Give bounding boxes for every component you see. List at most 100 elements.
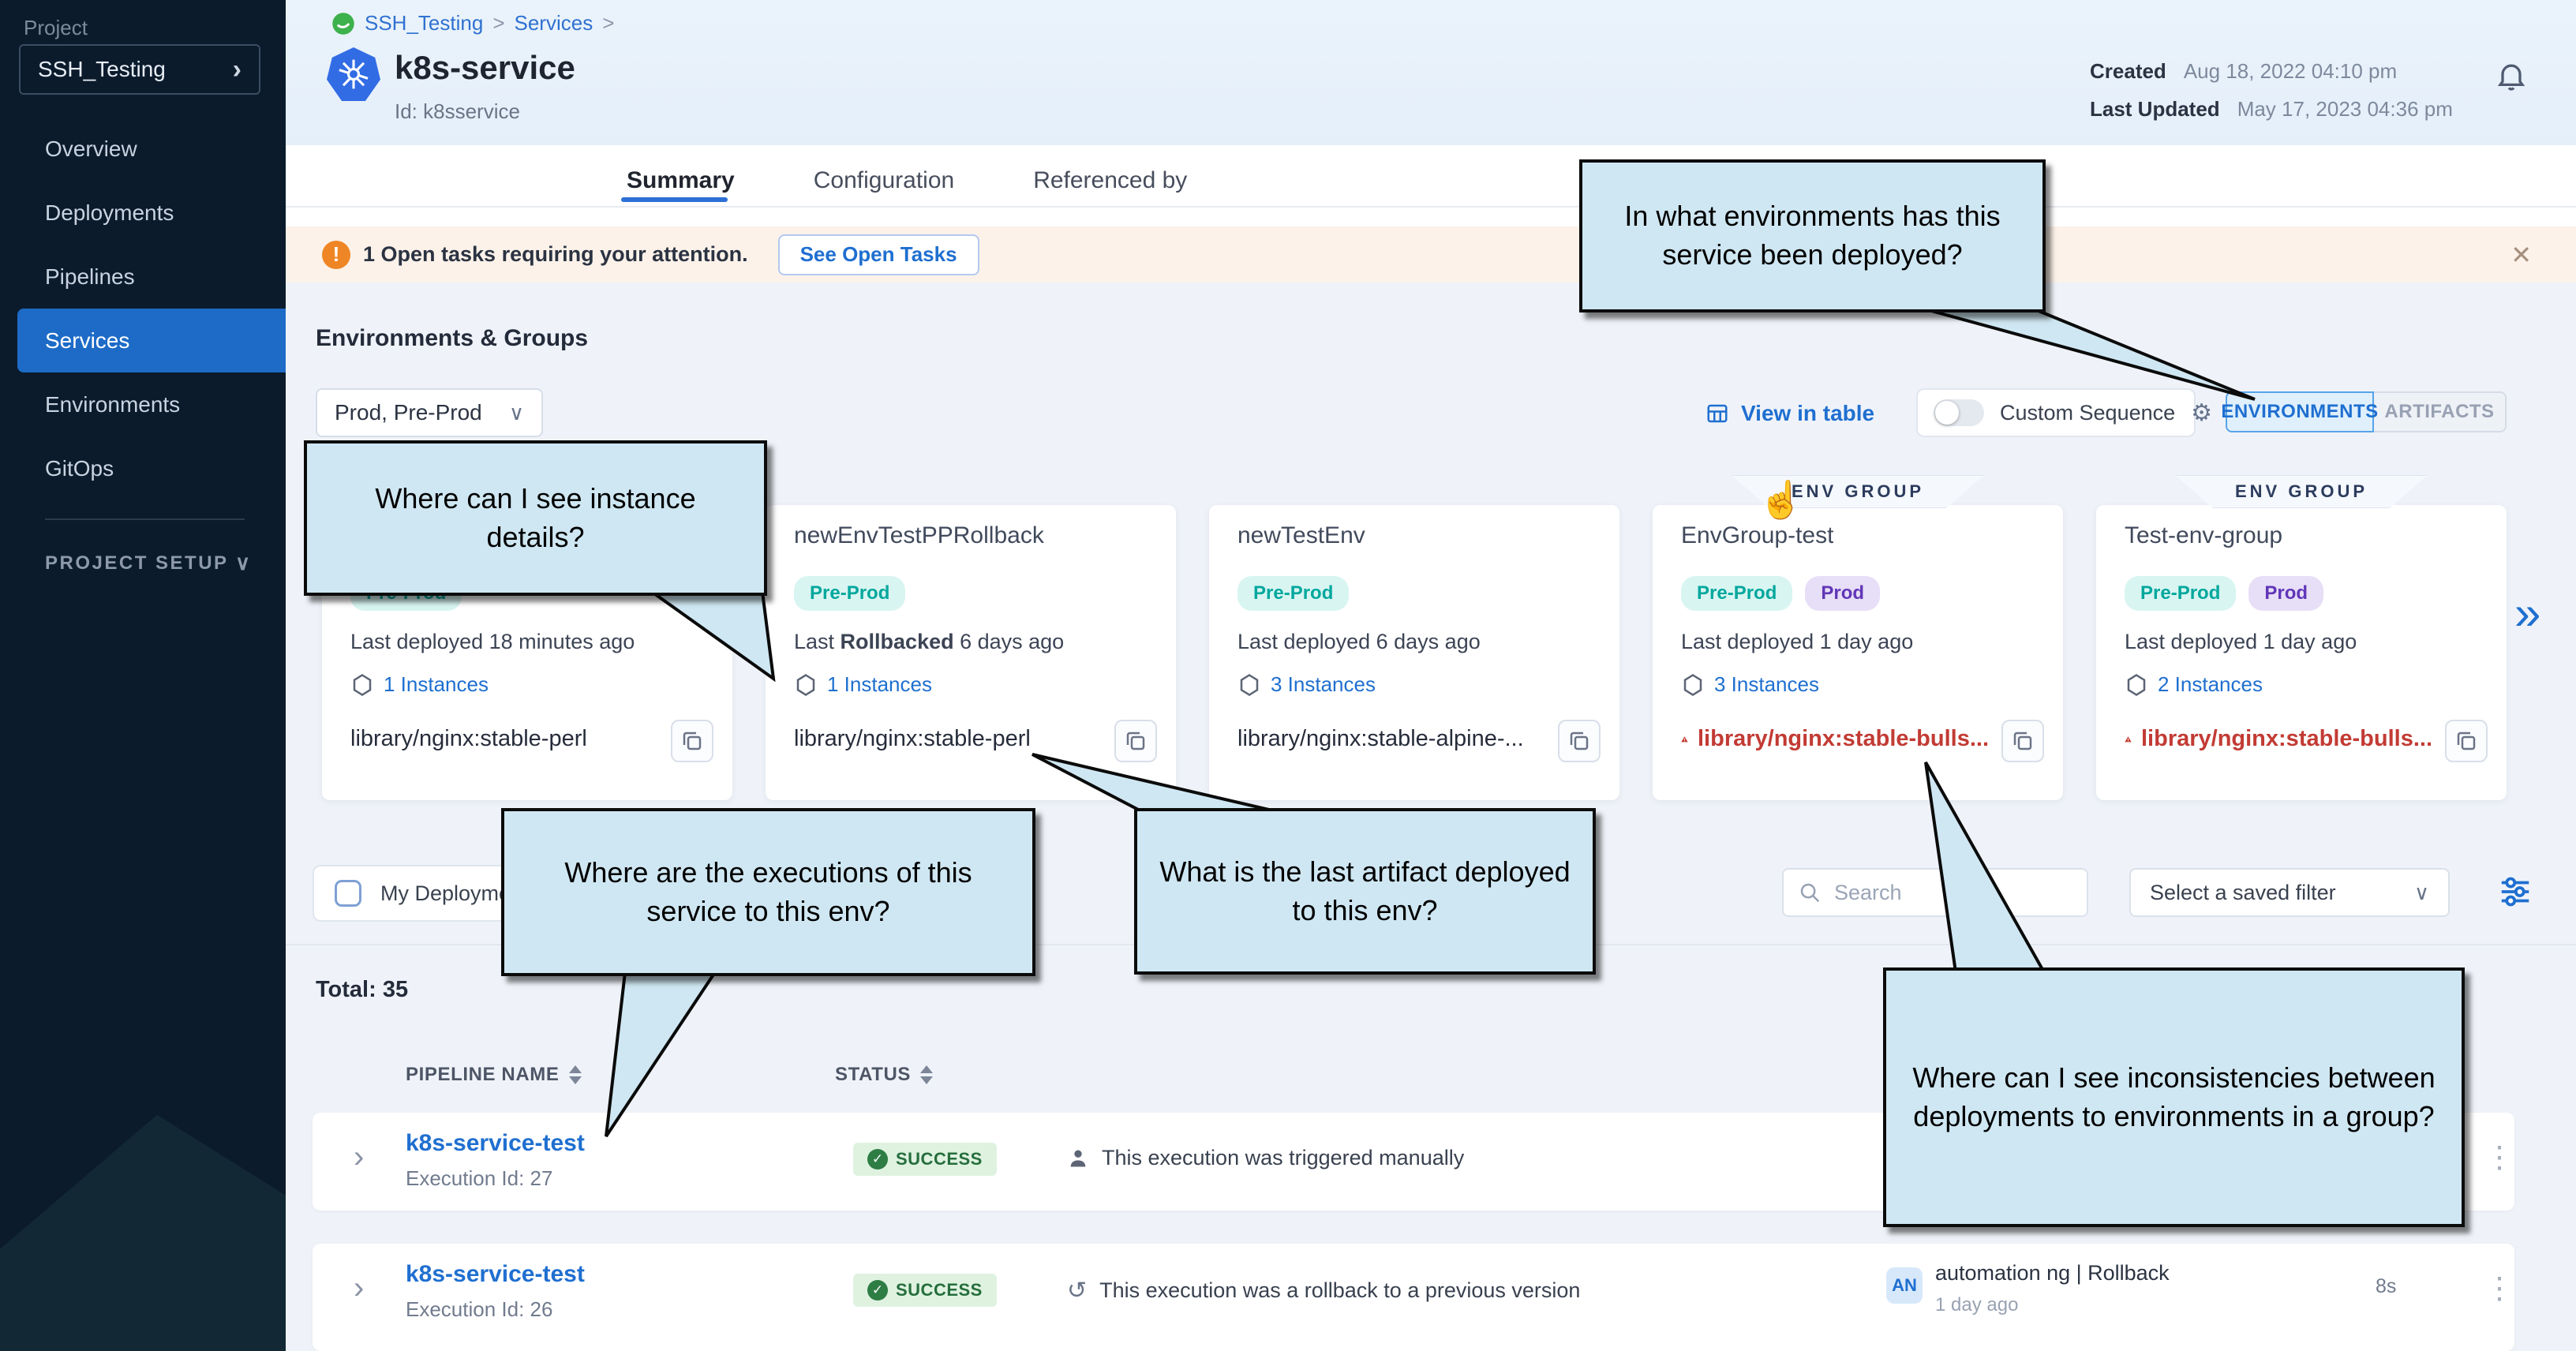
created-label: Created	[2090, 52, 2166, 90]
env-type-badge: Pre-Prod	[1681, 576, 1792, 611]
instances-link[interactable]: 1 Instances	[794, 672, 932, 697]
expand-row-icon[interactable]: ›	[354, 1271, 364, 1306]
rollback-icon: ↺	[1067, 1277, 1087, 1304]
saved-filter-value: Select a saved filter	[2150, 881, 2336, 905]
execution-id: Execution Id: 27	[406, 1166, 552, 1191]
view-in-table-label: View in table	[1741, 401, 1874, 426]
breadcrumb-separator: >	[602, 11, 614, 36]
tab-environments[interactable]: ENVIRONMENTS	[2226, 391, 2374, 432]
breadcrumb-project-link[interactable]: SSH_Testing	[365, 11, 483, 36]
project-setup-toggle[interactable]: PROJECT SETUP ∨	[45, 551, 250, 575]
callout-environments: In what environments has this service be…	[1579, 159, 2046, 312]
copy-icon[interactable]	[671, 720, 713, 762]
env-group-card[interactable]: Test-env-group Pre-Prod Prod Last deploy…	[2096, 505, 2507, 800]
project-selector-value: SSH_Testing	[38, 57, 166, 82]
pipeline-link[interactable]: k8s-service-test	[406, 1130, 585, 1157]
page-title: k8s-service	[395, 49, 575, 87]
table-icon	[1705, 402, 1730, 425]
sidebar-item-environments[interactable]: Environments	[0, 372, 286, 436]
sidebar-item-gitops[interactable]: GitOps	[0, 436, 286, 500]
artifact-error-text: library/nginx:stable-bulls...	[2125, 726, 2432, 752]
copy-icon[interactable]	[2001, 720, 2044, 762]
sidebar: Project SSH_Testing › Overview Deploymen…	[0, 0, 286, 1351]
env-card-name: newTestEnv	[1237, 522, 1365, 549]
custom-sequence-label: Custom Sequence	[2000, 401, 2175, 425]
instances-link[interactable]: 2 Instances	[2125, 672, 2263, 697]
artifact-text: library/nginx:stable-perl	[794, 726, 1031, 752]
module-icon	[331, 12, 355, 36]
instances-icon	[1237, 673, 1261, 697]
row-menu-icon[interactable]: ⋮	[2484, 1140, 2514, 1175]
tab-configuration[interactable]: Configuration	[814, 167, 954, 194]
notifications-bell-icon[interactable]	[2494, 57, 2529, 95]
artifact-error-text: library/nginx:stable-bulls...	[1681, 726, 1989, 752]
see-open-tasks-button[interactable]: See Open Tasks	[778, 234, 979, 275]
env-group-card[interactable]: EnvGroup-test Pre-Prod Prod Last deploye…	[1653, 505, 2063, 800]
expand-row-icon[interactable]: ›	[354, 1140, 364, 1175]
copy-icon[interactable]	[2445, 720, 2488, 762]
service-id: Id: k8sservice	[395, 99, 520, 124]
project-selector[interactable]: SSH_Testing ›	[19, 44, 260, 95]
breadcrumb-separator: >	[492, 11, 504, 36]
saved-filter-select[interactable]: Select a saved filter ∨	[2129, 868, 2450, 917]
tab-referenced-by[interactable]: Referenced by	[1033, 167, 1187, 194]
expand-carousel-icon[interactable]: »	[2514, 586, 2540, 640]
sidebar-item-services[interactable]: Services	[17, 309, 286, 372]
sort-icon	[920, 1065, 933, 1084]
success-check-icon: ✓	[867, 1149, 888, 1169]
service-meta: Created Aug 18, 2022 04:10 pm Last Updat…	[2090, 52, 2453, 128]
filter-sliders-icon[interactable]	[2497, 871, 2533, 916]
env-card[interactable]: newTestEnv Pre-Prod Last deployed 6 days…	[1209, 505, 1619, 800]
env-card[interactable]: newEnvTestPPRollback Pre-Prod Last Rollb…	[766, 505, 1176, 800]
search-input[interactable]	[1833, 880, 2054, 906]
updated-label: Last Updated	[2090, 90, 2220, 128]
column-header-pipeline-name[interactable]: PIPELINE NAME	[406, 1064, 582, 1086]
chevron-down-icon: ∨	[235, 551, 250, 575]
instances-link[interactable]: 1 Instances	[350, 672, 489, 697]
last-deployed-text: Last Rollbacked 6 days ago	[794, 630, 1064, 654]
callout-executions: Where are the executions of this service…	[501, 808, 1035, 976]
tab-bar: Summary Configuration Referenced by	[286, 145, 2576, 226]
cursor-pointer: ☝	[1758, 478, 1803, 522]
sidebar-item-overview[interactable]: Overview	[0, 117, 286, 181]
warning-icon: !	[322, 241, 350, 269]
status-badge: ✓ SUCCESS	[853, 1274, 997, 1307]
trigger-info: This execution was triggered manually	[1067, 1146, 1464, 1170]
sidebar-item-pipelines[interactable]: Pipelines	[0, 245, 286, 309]
custom-sequence-toggle[interactable]	[1934, 399, 1984, 426]
execution-row[interactable]: › k8s-service-test Execution Id: 26 ✓ SU…	[313, 1244, 2514, 1351]
instances-icon	[1681, 673, 1705, 697]
pipeline-link[interactable]: k8s-service-test	[406, 1261, 585, 1288]
sidebar-item-deployments[interactable]: Deployments	[0, 181, 286, 245]
env-card-name: Test-env-group	[2125, 522, 2282, 549]
tab-artifacts[interactable]: ARTIFACTS	[2374, 391, 2507, 432]
success-check-icon: ✓	[867, 1280, 888, 1300]
copy-icon[interactable]	[1558, 720, 1601, 762]
chevron-down-icon: ∨	[509, 401, 524, 425]
copy-icon[interactable]	[1114, 720, 1157, 762]
search-icon	[1798, 881, 1822, 904]
row-menu-icon[interactable]: ⋮	[2484, 1271, 2514, 1306]
updated-value: May 17, 2023 04:36 pm	[2237, 90, 2453, 128]
chevron-right-icon: ›	[233, 54, 242, 85]
service-summary-page: Project SSH_Testing › Overview Deploymen…	[0, 0, 2576, 1351]
breadcrumb-services-link[interactable]: Services	[515, 11, 593, 36]
env-artifacts-segmented-control: ENVIRONMENTS ARTIFACTS	[2226, 391, 2507, 432]
triggered-when: 1 day ago	[1935, 1294, 2018, 1316]
chevron-down-icon: ∨	[2414, 881, 2429, 905]
env-type-badge: Pre-Prod	[794, 576, 905, 611]
project-setup-label: PROJECT SETUP	[45, 552, 229, 574]
instances-icon	[794, 673, 818, 697]
env-type-filter-select[interactable]: Prod, Pre-Prod ∨	[316, 388, 543, 437]
status-badge: ✓ SUCCESS	[853, 1143, 997, 1176]
tab-summary[interactable]: Summary	[627, 167, 735, 194]
instances-link[interactable]: 3 Instances	[1237, 672, 1376, 697]
gear-icon[interactable]: ⚙	[2191, 399, 2212, 427]
instances-link[interactable]: 3 Instances	[1681, 672, 1819, 697]
my-deployments-checkbox[interactable]	[335, 880, 361, 907]
column-header-status[interactable]: STATUS	[835, 1064, 933, 1086]
env-card-name: newEnvTestPPRollback	[794, 522, 1044, 549]
last-deployed-text: Last deployed 6 days ago	[1237, 630, 1481, 654]
view-in-table-link[interactable]: View in table	[1705, 401, 1874, 426]
close-icon[interactable]: ✕	[2510, 240, 2532, 270]
